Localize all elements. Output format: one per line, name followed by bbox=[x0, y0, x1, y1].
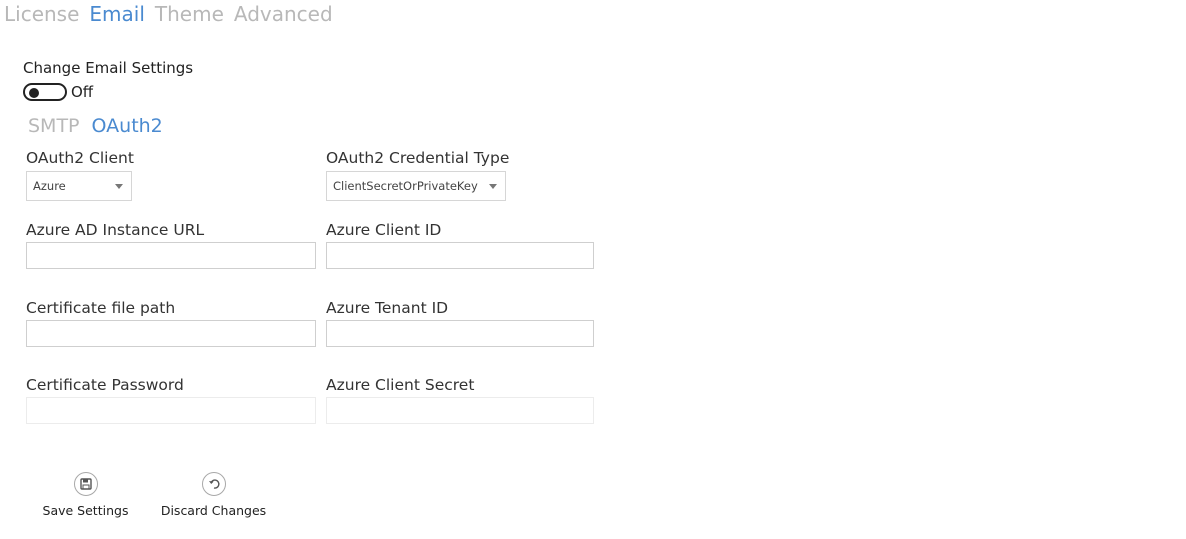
cert-path-input[interactable] bbox=[26, 320, 316, 347]
chevron-down-icon bbox=[115, 184, 123, 189]
instance-url-input[interactable] bbox=[26, 242, 316, 269]
credential-type-select[interactable]: ClientSecretOrPrivateKey bbox=[326, 171, 506, 201]
auth-subtabs: SMTP OAuth2 bbox=[28, 114, 163, 138]
email-settings-toggle[interactable] bbox=[23, 83, 67, 101]
discard-changes-button[interactable]: Discard Changes bbox=[161, 472, 266, 518]
chevron-down-icon bbox=[489, 184, 497, 189]
cert-password-label: Certificate Password bbox=[26, 376, 184, 394]
tab-theme[interactable]: Theme bbox=[155, 1, 224, 27]
change-email-settings-label: Change Email Settings bbox=[23, 59, 194, 77]
client-secret-label: Azure Client Secret bbox=[326, 376, 475, 394]
client-secret-input[interactable] bbox=[326, 397, 594, 424]
credential-type-label: OAuth2 Credential Type bbox=[326, 149, 510, 167]
save-settings-button[interactable]: Save Settings bbox=[43, 472, 128, 518]
tenant-id-label: Azure Tenant ID bbox=[326, 299, 449, 317]
tab-email[interactable]: Email bbox=[89, 1, 145, 27]
tenant-id-input[interactable] bbox=[326, 320, 594, 347]
tab-smtp[interactable]: SMTP bbox=[28, 114, 80, 138]
settings-page: License Email Theme Advanced Change Emai… bbox=[0, 0, 1186, 539]
oauth2-client-label: OAuth2 Client bbox=[26, 149, 134, 167]
toggle-knob bbox=[29, 88, 39, 98]
email-settings-toggle-row: Off bbox=[23, 83, 93, 101]
oauth2-client-select[interactable]: Azure bbox=[26, 171, 132, 201]
save-icon bbox=[73, 472, 98, 496]
tab-oauth2[interactable]: OAuth2 bbox=[92, 114, 163, 138]
credential-type-value: ClientSecretOrPrivateKey bbox=[333, 179, 478, 193]
settings-tabs: License Email Theme Advanced bbox=[4, 1, 333, 27]
tab-license[interactable]: License bbox=[4, 1, 79, 27]
toggle-state-label: Off bbox=[71, 83, 94, 101]
tab-advanced[interactable]: Advanced bbox=[234, 1, 333, 27]
undo-icon bbox=[201, 472, 226, 496]
oauth2-client-value: Azure bbox=[33, 179, 66, 193]
save-settings-label: Save Settings bbox=[42, 503, 129, 518]
client-id-label: Azure Client ID bbox=[326, 221, 442, 239]
instance-url-label: Azure AD Instance URL bbox=[26, 221, 205, 239]
client-id-input[interactable] bbox=[326, 242, 594, 269]
cert-password-input[interactable] bbox=[26, 397, 316, 424]
cert-path-label: Certificate file path bbox=[26, 299, 176, 317]
discard-changes-label: Discard Changes bbox=[160, 503, 267, 518]
